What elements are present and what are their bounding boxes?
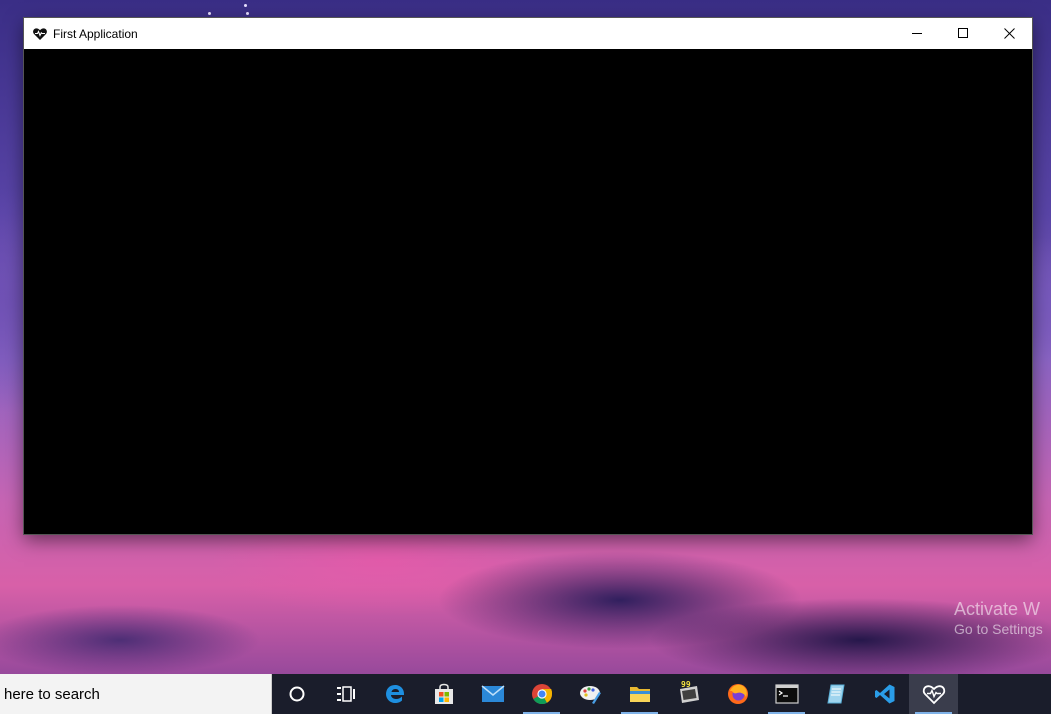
terminal-button[interactable] — [762, 674, 811, 714]
window-controls — [894, 18, 1032, 49]
star — [208, 12, 211, 15]
firefox-icon — [727, 684, 748, 704]
firefox-button[interactable] — [713, 674, 762, 714]
window-title: First Application — [53, 26, 138, 41]
chrome-icon — [531, 684, 552, 705]
file-explorer-button[interactable] — [615, 674, 664, 714]
vscode-button[interactable] — [860, 674, 909, 714]
vscode-icon — [874, 684, 894, 704]
notes-icon — [826, 684, 845, 704]
store-button[interactable] — [419, 674, 468, 714]
first-application-icon — [922, 685, 945, 705]
star — [244, 4, 247, 7]
watermark-title: Activate W — [954, 599, 1041, 619]
task-view-button[interactable] — [321, 674, 370, 714]
star — [246, 12, 249, 15]
paint-icon — [579, 686, 601, 704]
window-titlebar[interactable]: First Application — [24, 18, 1032, 49]
minimize-button[interactable] — [894, 18, 940, 49]
cortana-icon — [289, 686, 304, 702]
mail-icon — [481, 685, 504, 702]
app-99-button[interactable]: 99 — [664, 674, 713, 714]
app-99-badge: 99 — [681, 680, 691, 689]
close-icon — [1003, 28, 1015, 39]
taskbar: here to search 99 — [0, 674, 1051, 714]
heart-app-icon — [32, 26, 48, 42]
first-application-button[interactable] — [909, 674, 958, 714]
taskbar-search[interactable]: here to search — [0, 674, 272, 714]
maximize-icon — [957, 28, 968, 38]
search-placeholder: here to search — [4, 685, 100, 703]
edge-button[interactable] — [370, 674, 419, 714]
store-icon — [434, 683, 453, 704]
close-button[interactable] — [986, 18, 1032, 49]
notes-button[interactable] — [811, 674, 860, 714]
cortana-button[interactable] — [272, 674, 321, 714]
app-window[interactable]: First Application — [24, 18, 1032, 534]
edge-icon — [385, 685, 404, 703]
paint-button[interactable] — [566, 674, 615, 714]
task-view-icon — [336, 686, 355, 702]
terminal-icon — [774, 684, 799, 704]
chrome-button[interactable] — [517, 674, 566, 714]
mail-button[interactable] — [468, 674, 517, 714]
desktop: First Application Activate W Go to Setti… — [0, 0, 1051, 714]
watermark-subtitle: Go to Settings — [954, 621, 1043, 637]
minimize-icon — [911, 33, 922, 34]
activation-watermark: Activate W Go to Settings — [954, 598, 1043, 638]
file-explorer-icon — [629, 687, 650, 702]
window-client-area[interactable] — [24, 49, 1032, 534]
maximize-button[interactable] — [940, 18, 986, 49]
